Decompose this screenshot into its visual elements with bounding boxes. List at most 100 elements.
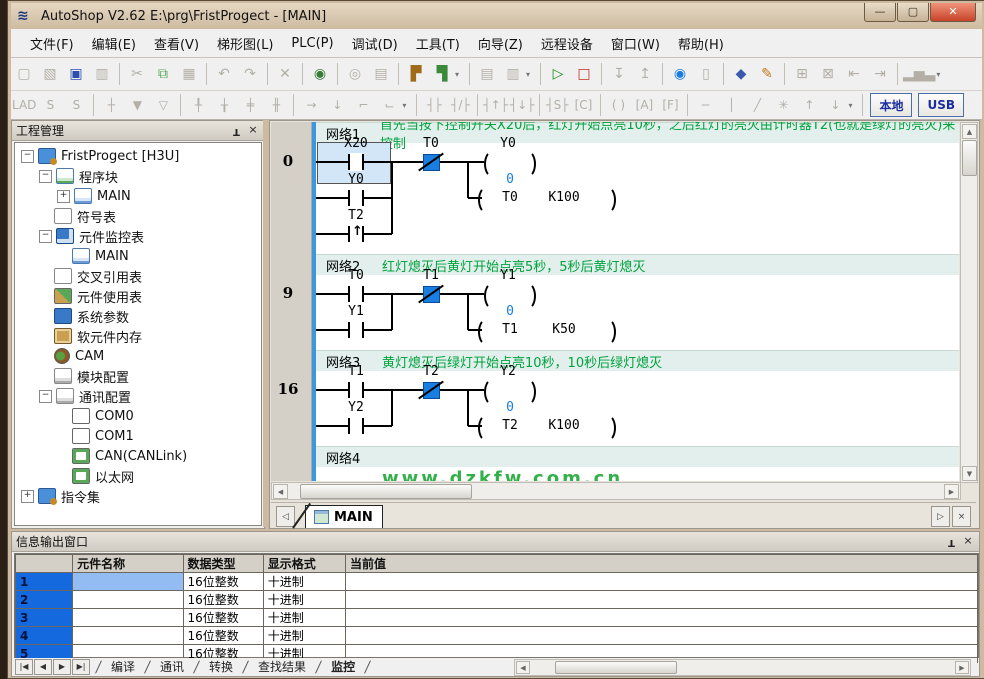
current-value-cell[interactable] [346, 627, 978, 645]
copy-icon[interactable]: ⧉ [151, 62, 175, 86]
contact-fall-icon[interactable]: ┤↓├ [510, 94, 535, 116]
coil-out-icon[interactable]: ( ) [606, 94, 630, 116]
row-index-cell[interactable]: 1 [16, 573, 73, 591]
ladder-viewport[interactable]: 0916 网络1首先当按下控制开关X20后，红灯开始点亮10秒，之后红灯的亮灭由… [271, 122, 959, 481]
hscroll-thumb[interactable] [300, 484, 472, 499]
display-format-cell[interactable]: 十进制 [263, 609, 345, 627]
tab-scroll-right-icon[interactable]: ▷ [931, 506, 950, 527]
wire-corner-icon[interactable]: ⌐ [351, 94, 375, 116]
output-close-icon[interactable]: × [961, 535, 975, 548]
tab-main-document[interactable]: MAIN [305, 505, 383, 528]
output-tab-3[interactable]: 查找结果 [246, 658, 318, 675]
ladder-horizontal-scrollbar[interactable]: ◀ ▶ [271, 482, 961, 500]
scroll-right-icon[interactable]: ▶ [944, 484, 959, 499]
column-header[interactable]: 显示格式 [263, 555, 345, 573]
tree-item-15[interactable]: CAN(CANLink) [15, 446, 261, 466]
tree-item-8[interactable]: 系统参数 [15, 306, 261, 326]
tab-close-icon[interactable]: × [952, 506, 971, 527]
insert-cell-icon[interactable]: ┼ [99, 94, 123, 116]
row-index-cell[interactable]: 3 [16, 609, 73, 627]
menu-item-9[interactable]: 窗口(W) [602, 31, 669, 56]
network-body[interactable]: X20Y0↑T2T0Y00T0K100 [316, 142, 959, 254]
column-header[interactable]: 元件名称 [73, 555, 183, 573]
lad-mode-icon[interactable]: LAD [12, 94, 36, 116]
tree-item-6[interactable]: 交叉引用表 [15, 266, 261, 286]
branch-up-icon[interactable]: ╪ [238, 94, 262, 116]
tree-item-9[interactable]: 软元件内存 [15, 326, 261, 346]
menu-item-2[interactable]: 查看(V) [145, 31, 208, 56]
wire-down-icon[interactable]: ↓ [325, 94, 349, 116]
close-button[interactable]: ✕ [930, 3, 976, 22]
move-up-icon[interactable]: ↑ [797, 94, 821, 116]
run-icon[interactable]: ▷ [546, 62, 570, 86]
undo-icon[interactable]: ↶ [212, 62, 236, 86]
out-scroll-right-icon[interactable]: ▶ [955, 661, 969, 674]
output-horizontal-scrollbar[interactable]: ◀ ▶ [514, 659, 971, 676]
scroll-up-icon[interactable]: ▲ [962, 124, 977, 139]
menu-item-3[interactable]: 梯形图(L) [208, 31, 282, 56]
output-tab-4[interactable]: 监控 [319, 658, 367, 675]
current-value-cell[interactable] [346, 591, 978, 609]
maximize-button[interactable]: ▢ [897, 3, 929, 22]
display-format-cell[interactable]: 十进制 [263, 591, 345, 609]
tree-item-7[interactable]: 元件使用表 [15, 286, 261, 306]
tab-scroll-left-icon[interactable]: ◁ [276, 506, 295, 527]
download-icon[interactable]: ↧ [607, 62, 631, 86]
collapse-icon[interactable]: − [39, 230, 52, 243]
branch-close-icon[interactable]: ╁ [212, 94, 236, 116]
instruction-window-icon[interactable]: ▜ [430, 62, 454, 86]
cut-icon[interactable]: ✂ [125, 62, 149, 86]
step-icon-2[interactable]: S [64, 94, 88, 116]
tree-item-12[interactable]: −通讯配置 [15, 386, 261, 406]
menu-item-1[interactable]: 编辑(E) [83, 31, 145, 56]
collapse-icon[interactable]: − [39, 390, 52, 403]
contact-no-icon[interactable]: ┤├ [422, 94, 446, 116]
output-pin-icon[interactable]: Т [944, 535, 958, 548]
save-icon[interactable]: ▣ [64, 62, 88, 86]
column-header[interactable]: 当前值 [346, 555, 978, 573]
print-icon[interactable]: ▤ [369, 62, 393, 86]
delete-icon[interactable]: ✕ [273, 62, 297, 86]
tree-item-11[interactable]: 模块配置 [15, 366, 261, 386]
menu-item-6[interactable]: 工具(T) [407, 31, 469, 56]
contact-rise-icon[interactable]: ┤↑├ [483, 94, 508, 116]
tree-item-14[interactable]: COM1 [15, 426, 261, 446]
redo-icon[interactable]: ↷ [238, 62, 262, 86]
tab-prev-icon[interactable]: ◀ [34, 659, 52, 675]
output-tab-0[interactable]: 编译 [99, 658, 147, 675]
vscroll-thumb[interactable] [962, 140, 977, 176]
dropdown-arrow-icon[interactable]: ▾ [848, 101, 858, 110]
stop-icon[interactable]: □ [572, 62, 596, 86]
close-panel-icon[interactable]: × [246, 124, 260, 137]
shift-left-icon[interactable]: ⇤ [842, 62, 866, 86]
tab-next-icon[interactable]: ▶ [53, 659, 71, 675]
trace-chart-icon[interactable]: ▂▅▃ [903, 62, 935, 86]
wire-right-icon[interactable]: → [299, 94, 323, 116]
display-format-cell[interactable]: 十进制 [263, 627, 345, 645]
menu-item-10[interactable]: 帮助(H) [669, 31, 733, 56]
branch-down-icon[interactable]: ╫ [264, 94, 288, 116]
menu-item-4[interactable]: PLC(P) [282, 33, 342, 54]
zoom-icon[interactable]: ◎ [343, 62, 367, 86]
element-name-cell[interactable] [73, 591, 183, 609]
project-window-icon[interactable]: ▛ [404, 62, 428, 86]
element-name-cell[interactable] [73, 573, 183, 591]
find-icon[interactable]: ◉ [308, 62, 332, 86]
row-index-cell[interactable]: 4 [16, 627, 73, 645]
watch-window-icon[interactable]: ▥ [501, 62, 525, 86]
ladder-canvas[interactable]: 网络1首先当按下控制开关X20后，红灯开始点亮10秒，之后红灯的亮灭由计时器T2… [312, 122, 959, 481]
tree-item-13[interactable]: COM0 [15, 406, 261, 426]
coil-app-icon[interactable]: [A] [632, 94, 656, 116]
contact-nc-icon[interactable]: ┤/├ [448, 94, 472, 116]
data-type-cell[interactable]: 16位整数 [183, 627, 263, 645]
minimize-button[interactable]: — [864, 3, 896, 22]
append-row-icon[interactable]: ▽ [151, 94, 175, 116]
data-type-cell[interactable]: 16位整数 [183, 573, 263, 591]
collapse-icon[interactable]: − [21, 150, 34, 163]
tree-item-10[interactable]: CAM [15, 346, 261, 366]
scroll-left-icon[interactable]: ◀ [273, 484, 288, 499]
monitor-stop-icon[interactable]: ▯ [694, 62, 718, 86]
output-window-icon[interactable]: ▤ [475, 62, 499, 86]
vline-icon[interactable]: │ [719, 94, 743, 116]
data-type-cell[interactable]: 16位整数 [183, 591, 263, 609]
